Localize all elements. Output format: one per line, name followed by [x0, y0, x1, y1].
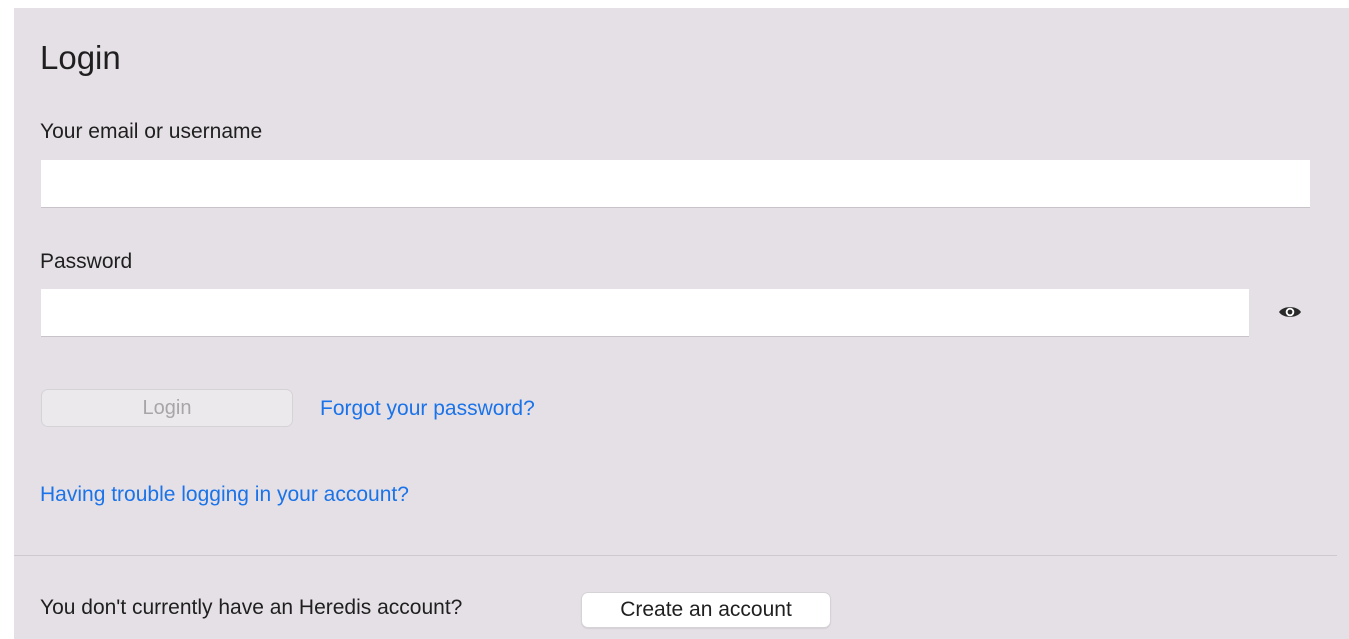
- eye-icon: [1278, 304, 1302, 325]
- show-password-toggle[interactable]: [1274, 302, 1306, 326]
- email-label: Your email or username: [40, 120, 263, 143]
- divider: [14, 555, 1337, 556]
- login-panel: Login Your email or username Password Lo…: [14, 8, 1349, 639]
- email-field[interactable]: [41, 160, 1310, 208]
- login-trouble-link[interactable]: Having trouble logging in your account?: [40, 482, 409, 508]
- page-title: Login: [40, 39, 121, 76]
- password-label: Password: [40, 250, 133, 273]
- password-field[interactable]: [41, 289, 1249, 337]
- login-button[interactable]: Login: [41, 389, 293, 427]
- no-account-prompt: You don't currently have an Heredis acco…: [40, 596, 463, 619]
- forgot-password-link[interactable]: Forgot your password?: [320, 396, 535, 422]
- create-account-button[interactable]: Create an account: [581, 592, 831, 628]
